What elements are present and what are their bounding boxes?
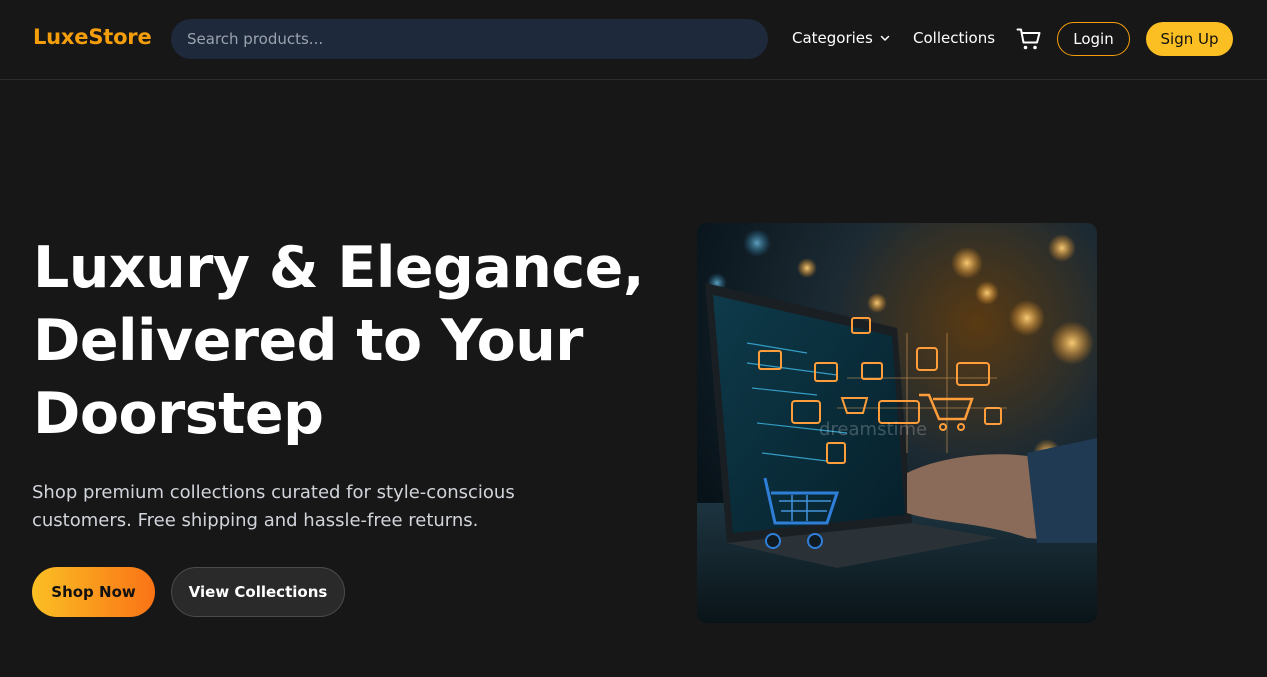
search-input[interactable] [171, 19, 768, 59]
login-button[interactable]: Login [1057, 22, 1130, 56]
shopping-cart-icon[interactable] [1016, 27, 1042, 51]
view-collections-button[interactable]: View Collections [171, 567, 345, 617]
signup-button[interactable]: Sign Up [1146, 22, 1233, 56]
image-watermark: dreamstime [819, 419, 927, 440]
hero-title: Luxury & Elegance, Delivered to Your Doo… [33, 235, 645, 447]
navbar: LuxeStore Categories Collections Login S… [0, 0, 1267, 80]
hero-subtitle: Shop premium collections curated for sty… [32, 482, 515, 531]
shop-now-button[interactable]: Shop Now [32, 567, 155, 617]
nav-categories-dropdown[interactable]: Categories [792, 29, 891, 47]
chevron-down-icon [880, 35, 890, 41]
nav-categories-label: Categories [792, 29, 873, 47]
nav-collections-label: Collections [913, 29, 996, 47]
hero-illustration: dreamstime [697, 223, 1097, 623]
logo[interactable]: LuxeStore [33, 25, 152, 49]
hero-image: dreamstime [697, 223, 1097, 623]
nav-collections-link[interactable]: Collections [913, 29, 995, 47]
